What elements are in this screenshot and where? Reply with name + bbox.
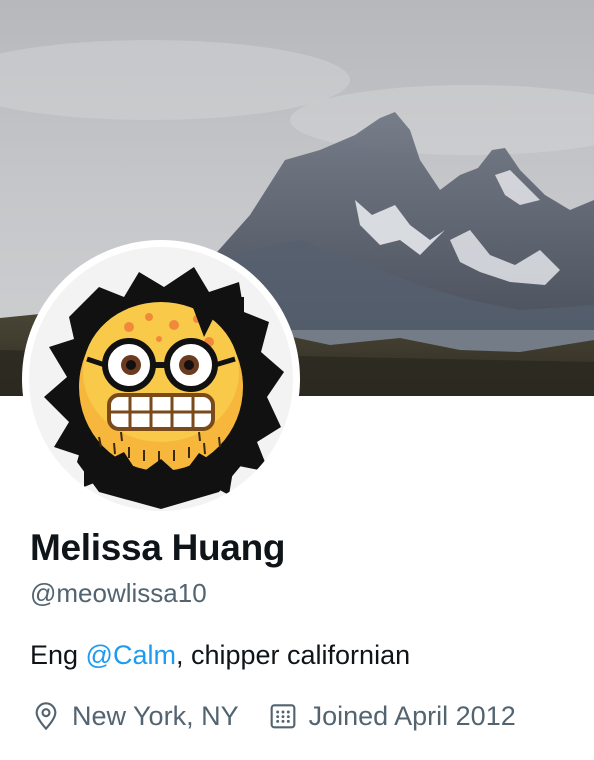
avatar-image [29, 247, 293, 511]
calendar-icon [267, 700, 299, 732]
profile-avatar[interactable] [22, 240, 300, 518]
profile-joined-text: Joined April 2012 [308, 700, 516, 731]
profile-location: New York, NY [30, 700, 239, 732]
profile-joined-date: Joined April 2012 [267, 700, 516, 732]
bio-mention-link[interactable]: @Calm [86, 640, 176, 670]
profile-meta: New York, NY Joined April 2012 [30, 700, 516, 732]
profile-handle: @meowlissa10 [30, 578, 207, 608]
profile-location-text: New York, NY [72, 700, 239, 731]
profile-bio: Eng @Calm, chipper californian [30, 640, 410, 671]
bio-text-prefix: Eng [30, 640, 86, 670]
grimacing-caveman-emoji-icon [44, 267, 284, 509]
profile-display-name: Melissa Huang [30, 527, 286, 568]
bio-text-suffix: , chipper californian [175, 640, 411, 670]
location-pin-icon [30, 700, 62, 732]
